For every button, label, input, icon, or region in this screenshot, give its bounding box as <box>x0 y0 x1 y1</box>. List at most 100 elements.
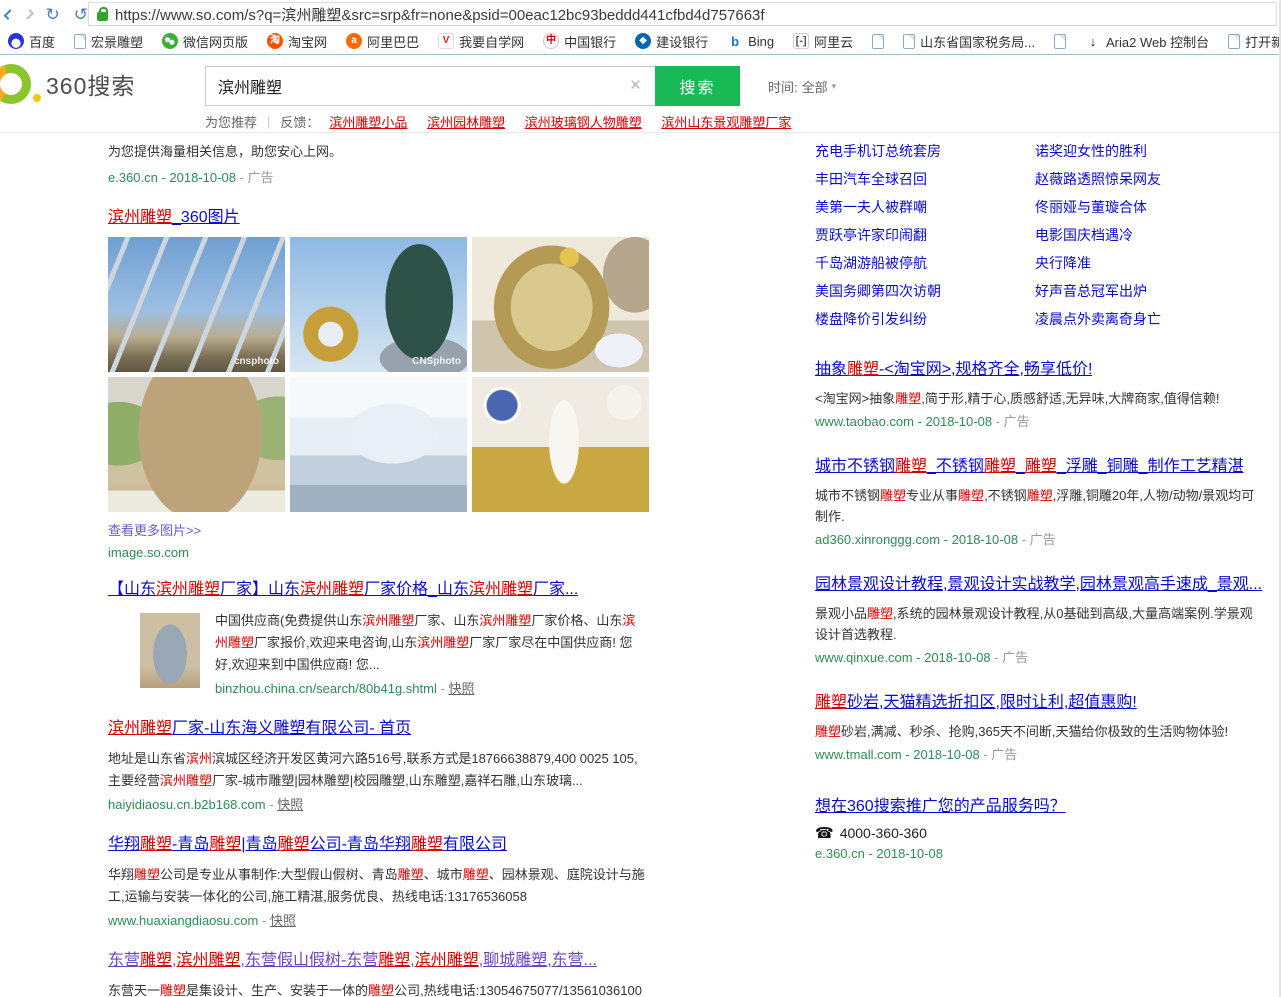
image-porcelain-plates-and-vase-wall[interactable] <box>472 377 649 512</box>
time-filter[interactable]: 时间: 全部 ▾ <box>768 77 836 96</box>
hot-news-link[interactable]: 美第一夫人被群嘲 <box>815 200 1035 215</box>
bookmark-ccb[interactable]: ◆建设银行 <box>635 32 708 51</box>
hot-news-link[interactable]: 千岛湖游船被停航 <box>815 256 1035 271</box>
side-ad-4-cite: www.tmall.com - 2018-10-08 - 广告 <box>815 745 1262 765</box>
side-ad-3-title[interactable]: 园林景观设计教程,景观设计实战教学,园林景观高手速成_景观... <box>815 574 1262 595</box>
side-ad-4: 雕塑砂岩,天猫精选折扣区,限时让利,超值惠购! 雕塑砂岩,满减、秒杀、抢购,36… <box>815 692 1262 765</box>
hot-news-link[interactable]: 央行降准 <box>1035 256 1262 271</box>
hot-news-link[interactable]: 贾跃亭许家印闹翻 <box>815 228 1035 243</box>
bookmark-aria2[interactable]: ↓Aria2 Web 控制台 <box>1085 32 1209 51</box>
bookmark-untitled-2[interactable] <box>1054 34 1066 49</box>
undo-icon[interactable]: ↺ <box>74 6 88 23</box>
bookmark-taobao[interactable]: 淘淘宝网 <box>267 32 327 51</box>
result-3-desc: 华翔雕塑公司是专业从事制作:大型假山假树、青岛雕塑、城市雕塑、园林景观、庭院设计… <box>108 864 648 908</box>
side-ad-4-title[interactable]: 雕塑砂岩,天猫精选折扣区,限时让利,超值惠购! <box>815 692 1137 713</box>
https-lock-icon <box>97 12 108 21</box>
hot-news-link[interactable]: 凌晨点外卖离奇身亡 <box>1035 312 1262 327</box>
search-input[interactable] <box>206 68 616 104</box>
bookmark-boc[interactable]: 中中国银行 <box>543 32 616 51</box>
result-4-desc: 东营天一雕塑是集设计、生产、安装于一体的雕塑公司,热线电话:1305467507… <box>108 980 648 997</box>
promo-cite: e.360.cn - 2018-10-08 <box>815 846 1262 861</box>
result-1-title[interactable]: 【山东滨州雕塑厂家】山东滨州雕塑厂家价格_山东滨州雕塑厂家... <box>108 579 578 600</box>
promo-block: 想在360搜索推广您的产品服务吗？ ☎ 4000-360-360 e.360.c… <box>815 792 1262 861</box>
images-cite: image.so.com <box>108 545 648 560</box>
result-4-title[interactable]: 东营雕塑,滨州雕塑,东营假山假树-东营雕塑,滨州雕塑,聊城雕塑,东营... <box>108 950 597 971</box>
taobao-icon: 淘 <box>267 33 283 49</box>
phone-icon: ☎ <box>815 824 834 842</box>
bookmark-bing[interactable]: bBing <box>727 33 774 49</box>
51zxw-icon: V <box>438 33 454 49</box>
recommend-label: 为您推荐 <box>205 112 257 131</box>
hot-news-link[interactable]: 好声音总冠军出炉 <box>1035 284 1262 299</box>
so360-logo[interactable]: 360搜索 <box>0 64 135 104</box>
wechat-icon <box>162 33 178 49</box>
hot-news-link[interactable]: 诺奖迎女性的胜利 <box>1035 144 1262 159</box>
search-button[interactable]: 搜索 <box>655 66 740 106</box>
recommend-link-3[interactable]: 滨州玻璃钢人物雕塑 <box>525 115 642 130</box>
image-steel-spires-monument[interactable]: cnsphoto <box>108 237 285 372</box>
more-images-link[interactable]: 查看更多图片>> <box>108 520 648 539</box>
hot-news-link[interactable]: 电影国庆档遇冷 <box>1035 228 1262 243</box>
side-ad-1-title[interactable]: 抽象雕塑-<淘宝网>,规格齐全,畅享低价! <box>815 359 1092 380</box>
page-icon <box>903 34 915 49</box>
logo-text: 360搜索 <box>46 67 135 101</box>
result-1-thumbnail[interactable] <box>140 613 200 688</box>
result-3-title[interactable]: 华翔雕塑-青岛雕塑|青岛雕塑公司-青岛华翔雕塑有限公司 <box>108 834 507 855</box>
result-2-cite[interactable]: haiyidiaosu.cn.b2b168.com - 快照 <box>108 795 648 815</box>
bookmark-aliyun[interactable]: [-]阿里云 <box>793 32 853 51</box>
results-column: 为您提供海量相关信息，助您安心上网。 e.360.cn - 2018-10-08… <box>108 142 648 997</box>
side-ad-2-title[interactable]: 城市不锈钢雕塑_不锈钢雕塑_雕塑_浮雕_铜雕_制作工艺精湛 <box>815 456 1244 477</box>
hot-news-link[interactable]: 充电手机订总统套房 <box>815 144 1035 159</box>
top-ad-cite: e.360.cn - 2018-10-08 - 广告 <box>108 168 648 188</box>
result-2-desc: 地址是山东省滨州滨城区经济开发区黄河六路516号,联系方式是1876663887… <box>108 748 648 792</box>
hot-news-link[interactable]: 佟丽娅与董璇合体 <box>1035 200 1262 215</box>
forward-icon[interactable] <box>23 9 33 19</box>
result-1-body: 中国供应商(免费提供山东滨州雕塑厂家、山东滨州雕塑厂家价格、山东滨州雕塑厂家报价… <box>108 610 648 699</box>
image-white-mother-and-baby-sculpture[interactable] <box>290 377 467 512</box>
ccb-icon: ◆ <box>635 33 651 49</box>
url-text[interactable]: https://www.so.com/s?q=滨州雕塑&src=srp&fr=n… <box>115 4 765 25</box>
bookmark-hongjing[interactable]: 宏景雕塑 <box>74 32 143 51</box>
address-bar[interactable]: https://www.so.com/s?q=滨州雕塑&src=srp&fr=n… <box>88 2 1277 26</box>
so360-ring-icon <box>0 64 31 104</box>
bookmark-wechat[interactable]: 微信网页版 <box>162 32 248 51</box>
result-3: 华翔雕塑-青岛雕塑|青岛雕塑公司-青岛华翔雕塑有限公司 华翔雕塑公司是专业从事制… <box>108 834 648 931</box>
sidebar-column: 充电手机订总统套房 诺奖迎女性的胜利 丰田汽车全球召回 赵薇路透照惊呆网友 美第… <box>815 142 1262 997</box>
hot-news-link[interactable]: 丰田汽车全球召回 <box>815 172 1035 187</box>
hot-news-link[interactable]: 赵薇路透照惊呆网友 <box>1035 172 1262 187</box>
refresh-icon[interactable]: ↻ <box>46 6 60 23</box>
promo-title[interactable]: 想在360搜索推广您的产品服务吗？ <box>815 798 1066 815</box>
bookmarks-bar: 百度 宏景雕塑 微信网页版 淘淘宝网 a阿里巴巴 V我要自学网 中中国银行 ◆建… <box>0 28 1279 55</box>
recommend-link-2[interactable]: 滨州园林雕塑 <box>427 115 505 130</box>
side-ad-3: 园林景观设计教程,景观设计实战教学,园林景观高手速成_景观... 景观小品雕塑,… <box>815 574 1262 668</box>
top-ad-result: 为您提供海量相关信息，助您安心上网。 e.360.cn - 2018-10-08… <box>108 142 648 188</box>
bookmark-untitled-1[interactable] <box>872 34 884 49</box>
hot-news-link[interactable]: 美国务卿第四次访朝 <box>815 284 1035 299</box>
browser-window: ↻ ↺ https://www.so.com/s?q=滨州雕塑&src=srp&… <box>0 0 1281 997</box>
alibaba-icon: a <box>346 33 362 49</box>
side-ad-3-cite: www.qinxue.com - 2018-10-08 - 广告 <box>815 648 1262 668</box>
feedback-label[interactable]: 反馈： <box>280 112 319 131</box>
search-box[interactable]: × <box>205 66 655 106</box>
image-sand-gorilla-sculpture[interactable] <box>108 377 285 512</box>
images-block-title[interactable]: 滨州雕塑_360图片 <box>108 207 648 228</box>
side-ad-1: 抽象雕塑-<淘宝网>,规格齐全,畅享低价! <淘宝网>抽象雕塑,简于形,精于心,… <box>815 359 1262 432</box>
image-ship-wheel-and-bronze-statue[interactable]: CNSphoto <box>290 237 467 372</box>
recommend-link-1[interactable]: 滨州雕塑小品 <box>329 115 407 130</box>
image-mosaic-teacup-sculpture[interactable] <box>472 237 649 372</box>
result-2-title[interactable]: 滨州雕塑厂家-山东海义雕塑有限公司- 首页 <box>108 718 411 739</box>
bookmark-baidu[interactable]: 百度 <box>8 32 55 51</box>
bookmark-51zxw[interactable]: V我要自学网 <box>438 32 524 51</box>
bookmark-shandong-tax[interactable]: 山东省国家税务局... <box>903 32 1035 51</box>
page-icon <box>1054 34 1066 49</box>
time-filter-label: 时间: <box>768 77 798 96</box>
result-3-cite[interactable]: www.huaxiangdiaosu.com - 快照 <box>108 911 648 931</box>
result-1-cite[interactable]: binzhou.china.cn/search/80b41g.shtml - 快… <box>215 679 648 699</box>
time-filter-value: 全部 <box>802 77 828 96</box>
hot-news-link[interactable]: 楼盘降价引发纠纷 <box>815 312 1035 327</box>
bookmark-newtab[interactable]: 打开新的标签页 <box>1228 32 1279 51</box>
clear-icon[interactable]: × <box>616 75 655 97</box>
recommend-link-4[interactable]: 滨州山东景观雕塑厂家 <box>661 115 791 130</box>
back-icon[interactable] <box>4 9 14 19</box>
bookmark-alibaba[interactable]: a阿里巴巴 <box>346 32 419 51</box>
